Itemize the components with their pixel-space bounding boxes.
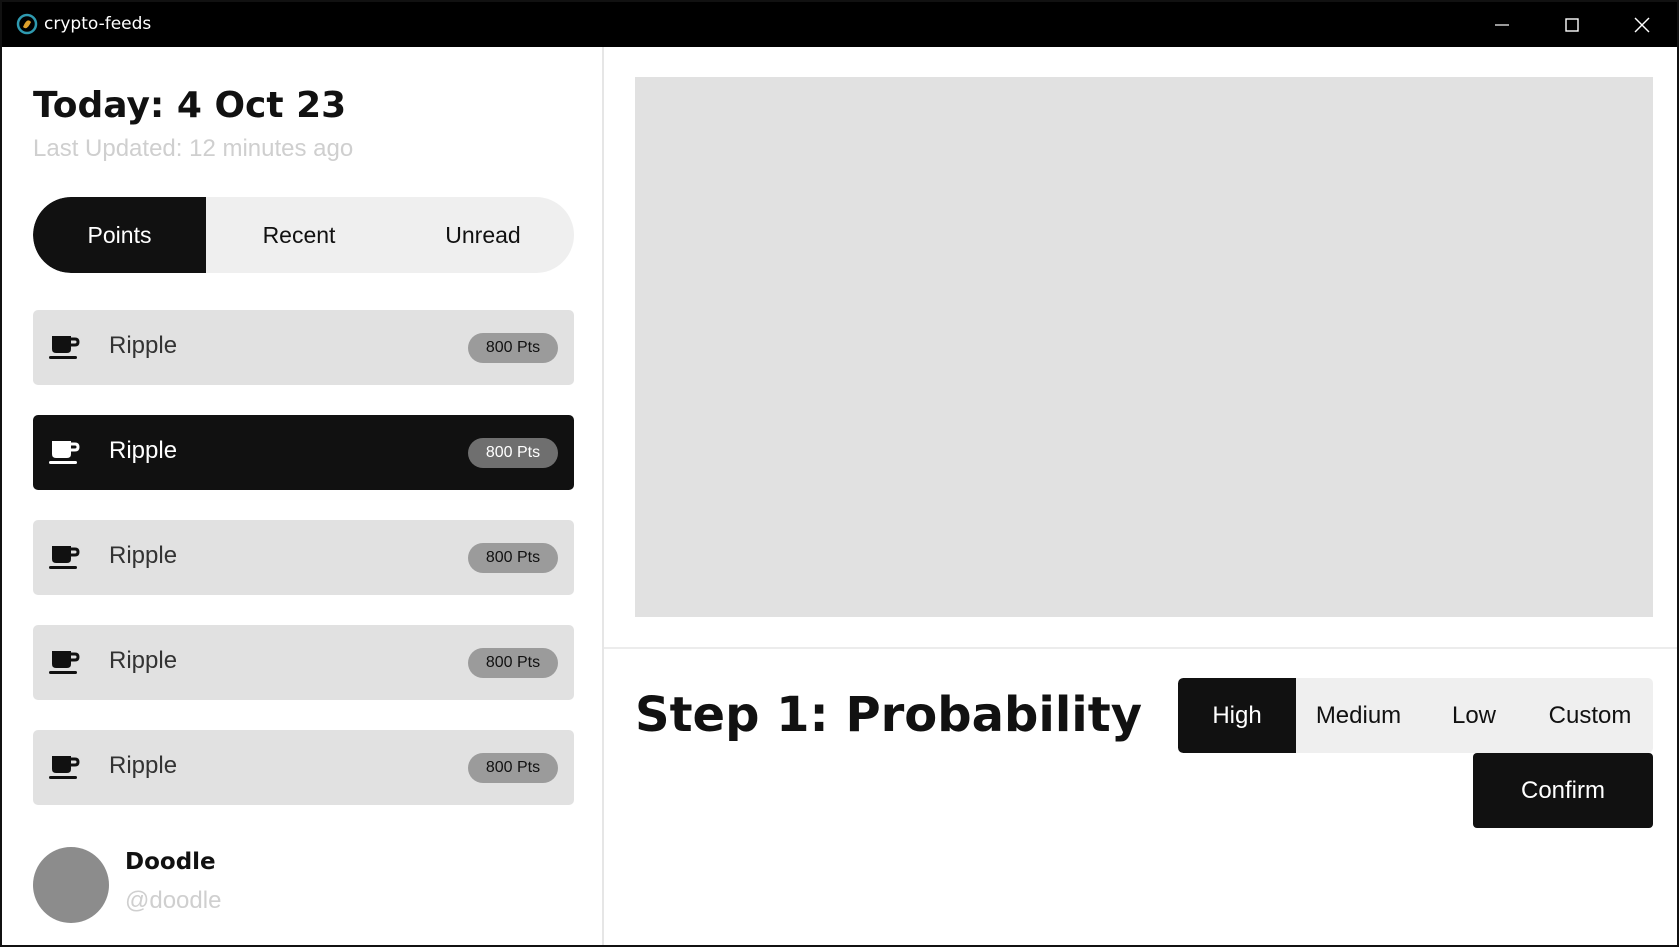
feed-item-name: Ripple [109, 542, 178, 569]
coffee-cup-icon [49, 441, 80, 464]
close-button[interactable] [1607, 2, 1677, 47]
coffee-cup-icon [49, 336, 80, 359]
tab-unread[interactable]: Unread [392, 197, 574, 273]
points-badge: 800 Pts [468, 333, 558, 363]
option-custom[interactable]: Custom [1527, 678, 1653, 753]
option-low[interactable]: Low [1421, 678, 1527, 753]
minimize-icon [1495, 23, 1509, 26]
user-profile[interactable]: Doodle @doodle [33, 847, 574, 927]
feed-item-name: Ripple [109, 332, 178, 359]
avatar[interactable] [33, 847, 109, 923]
right-panel: Step 1: Probability High Medium Low Cust… [604, 47, 1677, 945]
points-badge: 800 Pts [468, 543, 558, 573]
left-panel: Today: 4 Oct 23 Last Updated: 12 minutes… [2, 47, 604, 945]
probability-selector: High Medium Low Custom [1178, 678, 1653, 753]
close-icon [1634, 17, 1650, 32]
feed-item-name: Ripple [109, 437, 178, 464]
feed-item[interactable]: Ripple 800 Pts [33, 625, 574, 700]
maximize-icon [1565, 17, 1579, 32]
profile-handle: @doodle [125, 887, 222, 914]
feed-item-name: Ripple [109, 752, 178, 779]
feed-item-name: Ripple [109, 647, 178, 674]
feed-item[interactable]: Ripple 800 Pts [33, 520, 574, 595]
today-heading: Today: 4 Oct 23 [33, 85, 347, 126]
preview-area [635, 77, 1653, 617]
feed-item-selected[interactable]: Ripple 800 Pts [33, 415, 574, 490]
feed-item[interactable]: Ripple 800 Pts [33, 730, 574, 805]
last-updated-text: Last Updated: 12 minutes ago [33, 135, 354, 162]
tab-recent[interactable]: Recent [206, 197, 392, 273]
app-window: crypto-feeds Today: 4 Oct 23 Last Update… [0, 0, 1679, 947]
option-high[interactable]: High [1178, 678, 1296, 753]
coffee-cup-icon [49, 546, 80, 569]
points-badge: 800 Pts [468, 438, 558, 468]
title-bar[interactable]: crypto-feeds [2, 2, 1677, 47]
sort-tabs: Points Recent Unread [33, 197, 574, 273]
maximize-button[interactable] [1537, 2, 1607, 47]
app-logo-icon [16, 13, 38, 35]
confirm-button[interactable]: Confirm [1473, 753, 1653, 828]
feed-item[interactable]: Ripple 800 Pts [33, 310, 574, 385]
minimize-button[interactable] [1467, 2, 1537, 47]
profile-name: Doodle [125, 849, 216, 875]
points-badge: 800 Pts [468, 648, 558, 678]
coffee-cup-icon [49, 756, 80, 779]
tab-points[interactable]: Points [33, 197, 206, 273]
step-title: Step 1: Probability [635, 687, 1142, 743]
window-title: crypto-feeds [44, 14, 152, 34]
divider [604, 647, 1677, 649]
option-medium[interactable]: Medium [1296, 678, 1421, 753]
points-badge: 800 Pts [468, 753, 558, 783]
coffee-cup-icon [49, 651, 80, 674]
